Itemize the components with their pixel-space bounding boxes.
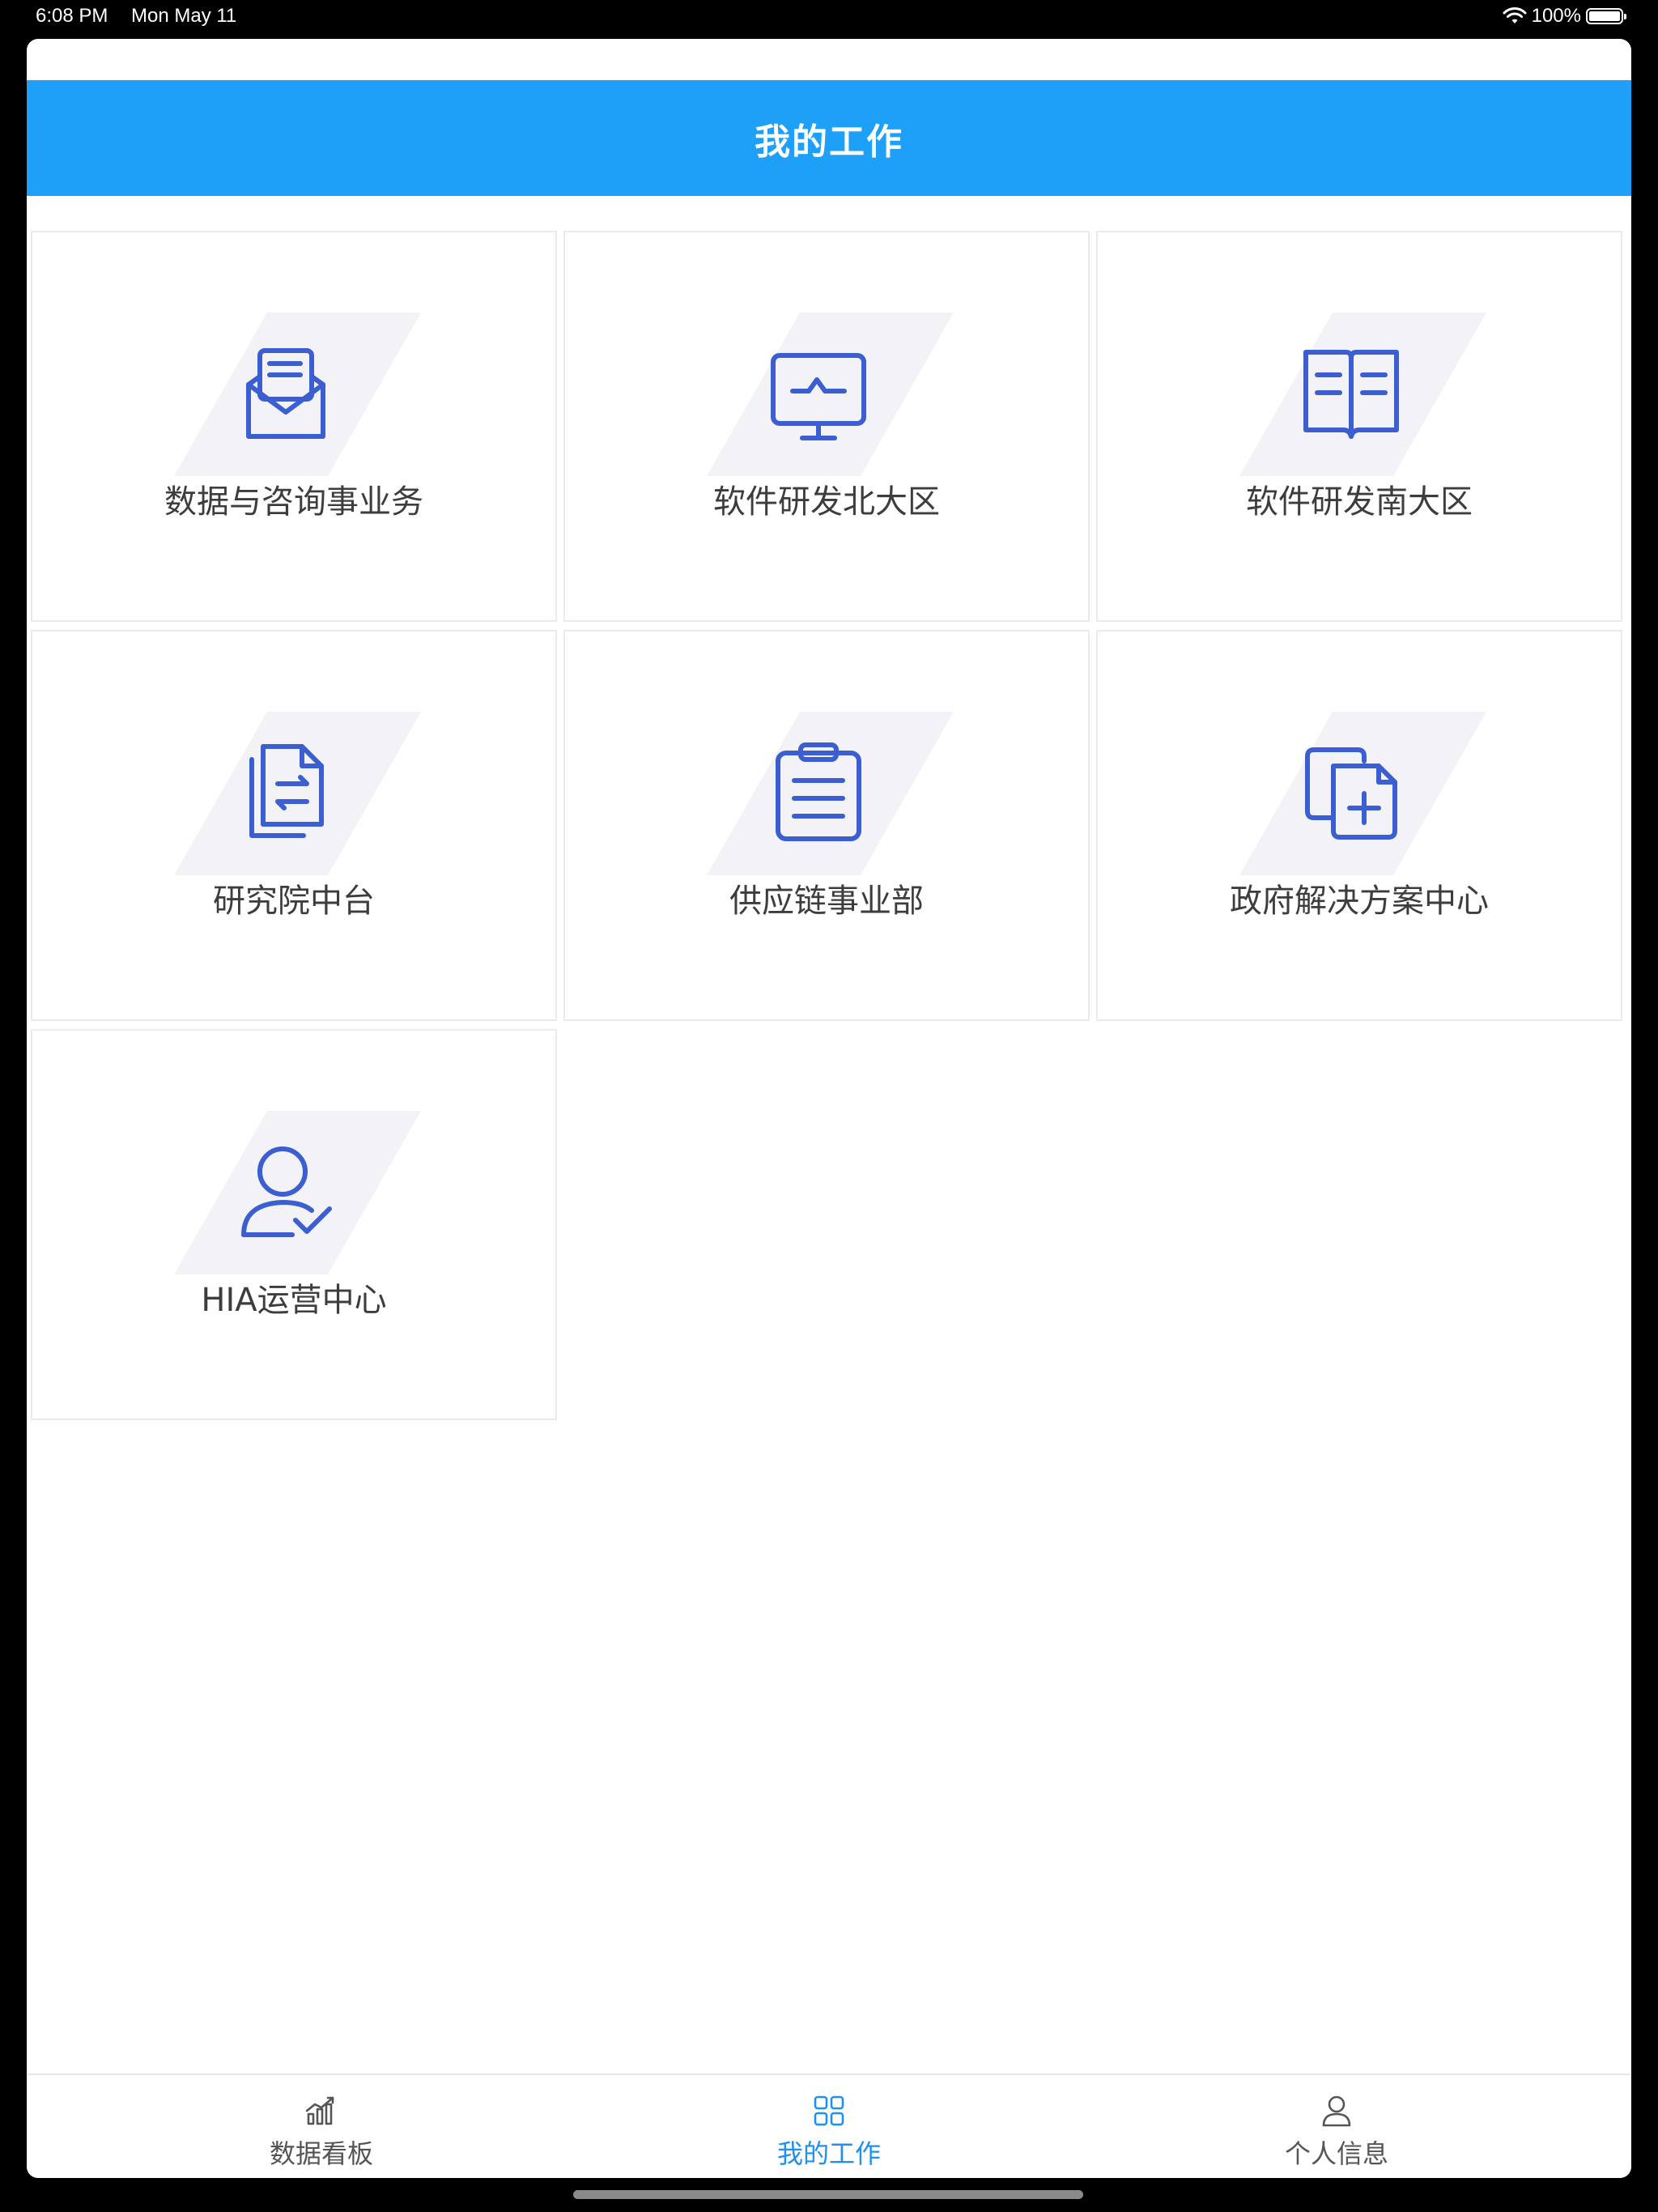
status-right-group: 100%: [1503, 4, 1626, 28]
chart-icon: [305, 2096, 334, 2125]
tab-label: 数据看板: [269, 2138, 373, 2169]
work-card-government-solutions[interactable]: 政府解决方案中心: [1096, 630, 1622, 1021]
work-card-label: HIA运营中心: [201, 1282, 387, 1319]
monitor-pulse-icon: [771, 353, 866, 440]
tab-label: 我的工作: [776, 2138, 881, 2169]
work-card-hia-operations[interactable]: HIA运营中心: [31, 1029, 557, 1420]
document-transfer-icon: [249, 744, 324, 838]
status-date: Mon May 11: [131, 5, 237, 27]
bottom-tab-bar: 数据看板 我的工作 个人信息: [27, 2074, 1631, 2178]
work-card-software-north[interactable]: 软件研发北大区: [563, 231, 1090, 622]
user-icon: [1322, 2095, 1351, 2127]
envelope-letter-icon: [246, 348, 325, 439]
work-card-label: 研究院中台: [213, 883, 375, 920]
wifi-icon: [1503, 7, 1527, 23]
open-book-icon: [1303, 350, 1399, 439]
battery-percent: 100%: [1531, 5, 1581, 27]
work-card-label: 数据与咨询事业务: [164, 483, 423, 521]
work-card-software-south[interactable]: 软件研发南大区: [1096, 231, 1622, 622]
app-window: 我的工作 数据与咨询事业务 软件研发北大区 软件研发南大区 研究院中台 供应链事…: [27, 39, 1631, 2178]
battery-fill: [1589, 11, 1620, 21]
work-card-label: 供应链事业部: [729, 883, 924, 920]
tab-data-dashboard[interactable]: 数据看板: [54, 2075, 589, 2178]
tab-label: 个人信息: [1284, 2138, 1388, 2169]
page-title: 我的工作: [755, 121, 903, 163]
home-indicator: [573, 2190, 1083, 2199]
battery-icon: [1586, 8, 1626, 24]
grid-icon: [814, 2095, 844, 2126]
work-card-research-platform[interactable]: 研究院中台: [31, 630, 557, 1021]
tab-personal-info[interactable]: 个人信息: [1069, 2075, 1604, 2178]
status-bar: 6:08 PM Mon May 11 100%: [0, 0, 1658, 39]
status-time: 6:08 PM: [36, 5, 108, 27]
nav-header: 我的工作: [27, 80, 1631, 196]
documents-add-icon: [1305, 747, 1397, 840]
work-card-data-consulting[interactable]: 数据与咨询事业务: [31, 231, 557, 622]
work-card-label: 政府解决方案中心: [1230, 883, 1489, 920]
user-check-icon: [241, 1146, 332, 1237]
clipboard-icon: [776, 742, 861, 841]
tab-my-work[interactable]: 我的工作: [562, 2075, 1096, 2178]
work-card-supply-chain[interactable]: 供应链事业部: [563, 630, 1090, 1021]
work-card-label: 软件研发北大区: [713, 483, 940, 521]
work-card-label: 软件研发南大区: [1246, 483, 1473, 521]
